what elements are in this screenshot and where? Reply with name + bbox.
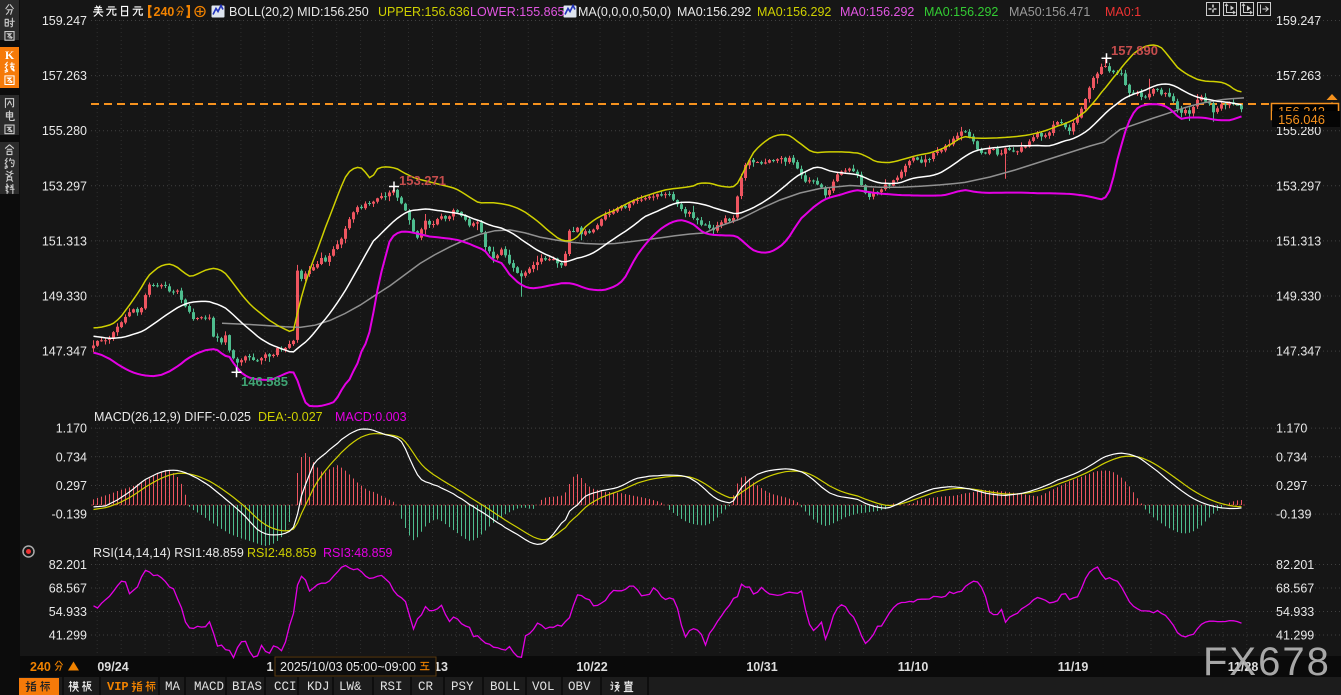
svg-text:BOLL(20,2) MID:156.250: BOLL(20,2) MID:156.250 [229,5,369,19]
svg-text:11/10: 11/10 [898,660,929,674]
svg-text:RSI2:48.859: RSI2:48.859 [247,546,317,560]
svg-text:153.271: 153.271 [399,173,446,188]
svg-text:147.347: 147.347 [42,345,87,359]
svg-text:157.263: 157.263 [42,69,87,83]
svg-text:1.170: 1.170 [1276,422,1307,436]
svg-text:CR: CR [418,680,434,694]
svg-text:11/19: 11/19 [1058,660,1089,674]
svg-text:68.567: 68.567 [1276,582,1314,596]
svg-text:157.263: 157.263 [1276,69,1321,83]
svg-text:UPPER:156.636: UPPER:156.636 [378,5,470,19]
svg-text:FX678: FX678 [1203,640,1331,684]
svg-text:1.170: 1.170 [56,422,87,436]
svg-text:151.313: 151.313 [1276,234,1321,248]
svg-text:54.933: 54.933 [1276,605,1314,619]
svg-text:0.297: 0.297 [56,479,87,493]
svg-text:BIAS: BIAS [232,680,262,694]
svg-text:159.247: 159.247 [42,14,87,28]
svg-text:240: 240 [154,5,175,19]
svg-text:09/24: 09/24 [97,660,128,674]
svg-text:157.890: 157.890 [1111,43,1158,58]
svg-text:1: 1 [267,660,274,674]
svg-text:153.297: 153.297 [1276,179,1321,193]
svg-text:VIP: VIP [107,680,129,694]
svg-text:MA(0,0,0,0,50,0): MA(0,0,0,0,50,0) [578,5,671,19]
svg-text:159.247: 159.247 [1276,14,1321,28]
svg-text:MA0:156.292: MA0:156.292 [757,5,831,19]
svg-text:RSI(14,14,14) RSI1:48.859: RSI(14,14,14) RSI1:48.859 [93,546,244,560]
svg-text:82.201: 82.201 [49,558,87,572]
svg-text:149.330: 149.330 [42,290,87,304]
svg-text:0.734: 0.734 [56,450,87,464]
svg-text:146.585: 146.585 [241,374,288,389]
svg-text:MA0:1: MA0:1 [1105,5,1141,19]
svg-text:LW&: LW& [339,680,362,694]
svg-text:-0.139: -0.139 [1276,508,1311,522]
svg-text:MA0:156.292: MA0:156.292 [840,5,914,19]
svg-text:54.933: 54.933 [49,605,87,619]
svg-text:151.313: 151.313 [42,234,87,248]
svg-text:153.297: 153.297 [42,179,87,193]
svg-text:LOWER:155.865: LOWER:155.865 [470,5,565,19]
svg-text:DEA:-0.027: DEA:-0.027 [258,410,323,424]
svg-text:CCI: CCI [274,680,297,694]
svg-text:0.734: 0.734 [1276,450,1307,464]
svg-text:MACD:0.003: MACD:0.003 [335,410,407,424]
svg-text:2025/10/03 05:00~09:00: 2025/10/03 05:00~09:00 [280,660,416,674]
svg-text:BOLL: BOLL [490,680,520,694]
svg-text:147.347: 147.347 [1276,345,1321,359]
svg-text:RSI: RSI [380,680,403,694]
svg-text:RSI3:48.859: RSI3:48.859 [323,546,393,560]
svg-text:MA0:156.292: MA0:156.292 [677,5,751,19]
svg-text:149.330: 149.330 [1276,290,1321,304]
svg-text:MA0:156.292: MA0:156.292 [924,5,998,19]
svg-text:PSY: PSY [451,680,474,694]
svg-text:41.299: 41.299 [49,629,87,643]
svg-text:0.297: 0.297 [1276,479,1307,493]
svg-text:10/31: 10/31 [746,660,777,674]
svg-text:VOL: VOL [532,680,555,694]
svg-text:MA: MA [165,680,181,694]
svg-text:K: K [5,48,15,62]
svg-text:68.567: 68.567 [49,582,87,596]
svg-text:10/22: 10/22 [576,660,607,674]
svg-text:OBV: OBV [568,680,591,694]
svg-text:155.280: 155.280 [42,124,87,138]
svg-text:240: 240 [30,660,51,674]
svg-text:82.201: 82.201 [1276,558,1314,572]
svg-text:-0.139: -0.139 [52,508,87,522]
svg-text:MACD(26,12,9) DIFF:-0.025: MACD(26,12,9) DIFF:-0.025 [94,410,251,424]
svg-text:MACD: MACD [194,680,224,694]
svg-text:156.046: 156.046 [1278,112,1325,127]
svg-text:MA50:156.471: MA50:156.471 [1009,5,1090,19]
svg-text:KDJ: KDJ [307,680,330,694]
